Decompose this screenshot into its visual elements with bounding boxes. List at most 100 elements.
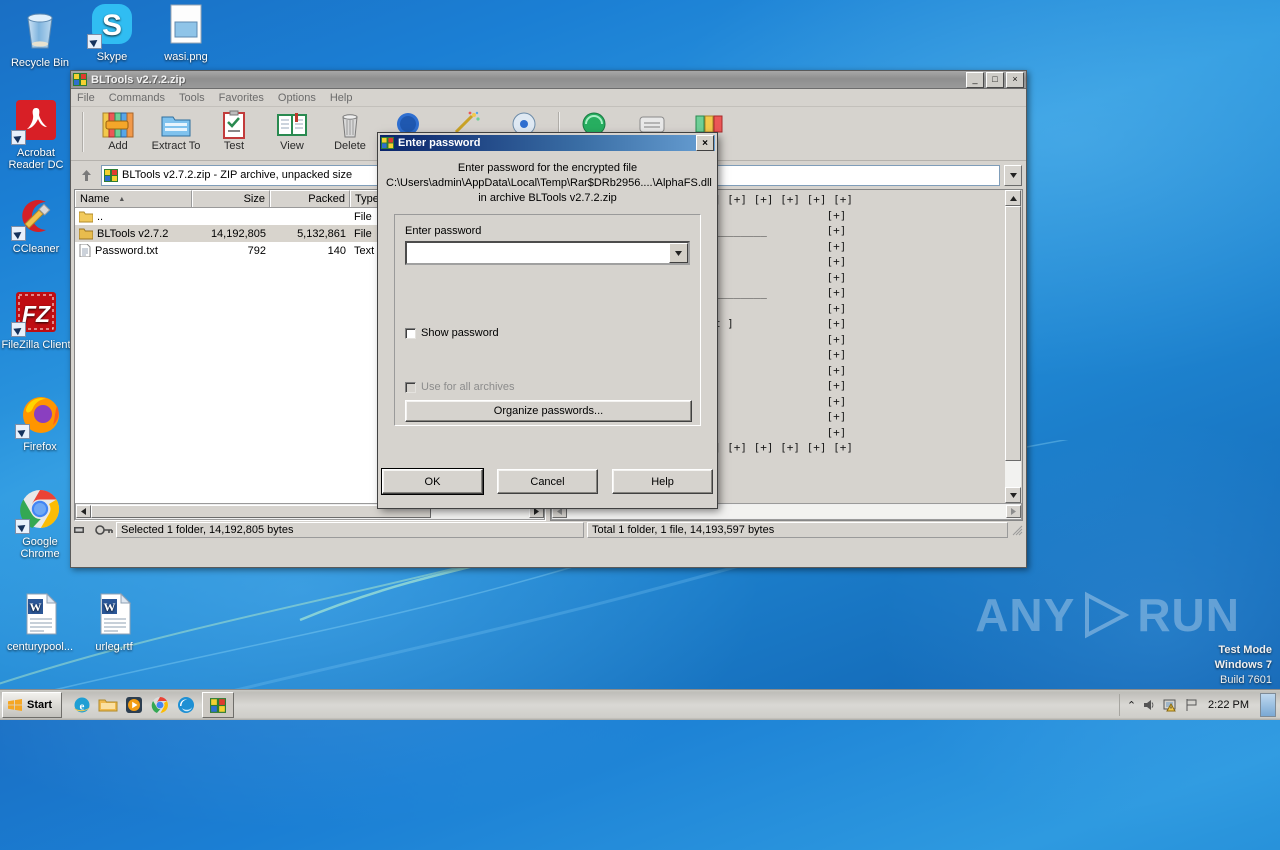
file-name-cell: BLTools v2.7.2: [75, 228, 192, 240]
column-header-size[interactable]: Size: [192, 190, 270, 207]
dialog-message-line-1: Enter password for the encrypted file: [457, 162, 638, 174]
menu-item-favorites[interactable]: Favorites: [219, 92, 264, 104]
quick-launch-windows-explorer[interactable]: [96, 693, 120, 717]
desktop-icon-firefox[interactable]: Firefox: [4, 390, 76, 453]
taskbar[interactable]: Start e ⌃ 2:22 PM: [0, 689, 1280, 720]
quick-launch-edge[interactable]: [174, 693, 198, 717]
svg-text:FZ: FZ: [22, 301, 51, 327]
organize-passwords-button[interactable]: Organize passwords...: [405, 400, 692, 422]
chrome-icon: [151, 697, 169, 713]
password-group-box: Enter password Show password Use for all…: [394, 214, 701, 426]
shortcut-overlay-icon: [15, 424, 30, 439]
text-file-icon: [79, 244, 91, 257]
system-tray[interactable]: ⌃ 2:22 PM: [1118, 693, 1280, 717]
up-one-level-button[interactable]: [75, 165, 97, 185]
menu-item-tools[interactable]: Tools: [179, 92, 205, 104]
desktop-icon-label: Recycle Bin: [10, 57, 70, 69]
recycle-bin-icon: [16, 6, 64, 54]
volume-icon[interactable]: [1142, 698, 1157, 712]
folder-icon: [79, 228, 93, 239]
maximize-button[interactable]: □: [986, 71, 1004, 88]
anyrun-play-logo-icon: [1085, 591, 1130, 639]
scroll-left-button[interactable]: [76, 505, 91, 518]
shortcut-overlay-icon: [11, 226, 26, 241]
show-password-label: Show password: [421, 327, 499, 339]
preview-vertical-scrollbar[interactable]: [1005, 190, 1021, 503]
os-name-line: Windows 7: [1214, 659, 1272, 671]
enter-password-dialog[interactable]: Enter password × Enter password for the …: [377, 132, 718, 509]
desktop-icon-centurypool-doc[interactable]: W centurypool...: [4, 590, 76, 653]
network-icon[interactable]: [1163, 698, 1178, 712]
password-history-dropdown-button[interactable]: [669, 243, 688, 263]
desktop-icon-ccleaner[interactable]: CCleaner: [0, 192, 72, 255]
winrar-title-bar[interactable]: BLTools v2.7.2.zip _ □ ×: [71, 71, 1026, 89]
address-dropdown-button[interactable]: [1004, 164, 1022, 186]
toolbar-label-test: Test: [223, 140, 245, 152]
menu-item-commands[interactable]: Commands: [109, 92, 165, 104]
toolbar-button-test[interactable]: Test: [205, 110, 263, 152]
menu-item-file[interactable]: File: [77, 92, 95, 104]
quick-launch-media-player[interactable]: [122, 693, 146, 717]
desktop-icon-skype[interactable]: S Skype: [76, 0, 148, 63]
quick-launch-bar[interactable]: e: [70, 693, 198, 717]
svg-text:W: W: [30, 600, 42, 614]
desktop-icon-urleg-rtf[interactable]: W urleg.rtf: [78, 590, 150, 653]
resize-grip-icon[interactable]: [1011, 524, 1023, 536]
dialog-title-bar[interactable]: Enter password ×: [380, 135, 715, 151]
quick-launch-internet-explorer[interactable]: e: [70, 693, 94, 717]
column-header-packed[interactable]: Packed: [270, 190, 350, 207]
show-hidden-icons-button[interactable]: ⌃: [1127, 699, 1136, 712]
dialog-close-button[interactable]: ×: [696, 135, 714, 151]
menu-item-help[interactable]: Help: [330, 92, 353, 104]
file-name-text: Password.txt: [95, 244, 158, 257]
minimize-button[interactable]: _: [966, 71, 984, 88]
scroll-down-button[interactable]: [1005, 487, 1021, 503]
chevron-down-icon: [675, 250, 682, 256]
svg-text:e: e: [80, 701, 85, 713]
chevron-right-icon: [534, 508, 539, 515]
key-status-icon: [95, 525, 113, 535]
cancel-button[interactable]: Cancel: [497, 469, 598, 494]
toolbar-button-view[interactable]: View: [263, 110, 321, 152]
taskbar-clock[interactable]: 2:22 PM: [1208, 699, 1249, 711]
taskbar-button-winrar[interactable]: [202, 692, 235, 718]
show-password-checkbox[interactable]: [405, 327, 416, 339]
help-button[interactable]: Help: [612, 469, 713, 494]
scroll-up-button[interactable]: [1005, 190, 1021, 206]
toolbar-button-extract-to[interactable]: Extract To: [147, 110, 205, 152]
watermark-any-text: ANY: [975, 589, 1076, 641]
archive-status-icon: [74, 527, 84, 533]
column-header-name[interactable]: Name ▲: [75, 190, 192, 207]
menu-item-options[interactable]: Options: [278, 92, 316, 104]
scroll-track[interactable]: [1005, 206, 1021, 487]
media-player-icon: [126, 697, 143, 713]
show-password-row[interactable]: Show password: [405, 327, 690, 339]
winrar-menu-bar[interactable]: File Commands Tools Favorites Options He…: [71, 89, 1026, 107]
password-input[interactable]: [407, 243, 669, 263]
dialog-button-row: OK Cancel Help: [380, 468, 715, 495]
use-for-all-archives-checkbox: [405, 381, 416, 393]
desktop-icon-wasi-png[interactable]: wasi.png: [150, 0, 222, 63]
desktop-icon-acrobat-reader[interactable]: Acrobat Reader DC: [0, 96, 72, 171]
ok-button[interactable]: OK: [381, 468, 484, 495]
sort-ascending-icon: ▲: [118, 195, 126, 203]
shortcut-overlay-icon: [11, 322, 26, 337]
scroll-thumb[interactable]: [1005, 206, 1021, 461]
password-combo[interactable]: [405, 241, 690, 265]
test-icon: [205, 110, 263, 140]
close-button[interactable]: ×: [1006, 71, 1024, 88]
file-size-cell: 14,192,805: [210, 227, 266, 240]
dialog-message-line-3: in archive BLTools v2.7.2.zip: [478, 192, 617, 204]
desktop-icon-filezilla[interactable]: FZ FileZilla Client: [0, 288, 72, 351]
action-center-flag-icon[interactable]: [1184, 698, 1199, 712]
desktop-icon-google-chrome[interactable]: Google Chrome: [4, 485, 76, 560]
scroll-right-button[interactable]: [1006, 505, 1021, 518]
delete-icon: [321, 110, 379, 140]
chevron-down-icon: [1009, 172, 1017, 178]
desktop-icon-recycle-bin[interactable]: Recycle Bin: [4, 6, 76, 69]
quick-launch-chrome[interactable]: [148, 693, 172, 717]
start-button[interactable]: Start: [2, 692, 63, 718]
show-desktop-button[interactable]: [1260, 693, 1276, 717]
toolbar-button-add[interactable]: Add: [89, 110, 147, 152]
toolbar-button-delete[interactable]: Delete: [321, 110, 379, 152]
